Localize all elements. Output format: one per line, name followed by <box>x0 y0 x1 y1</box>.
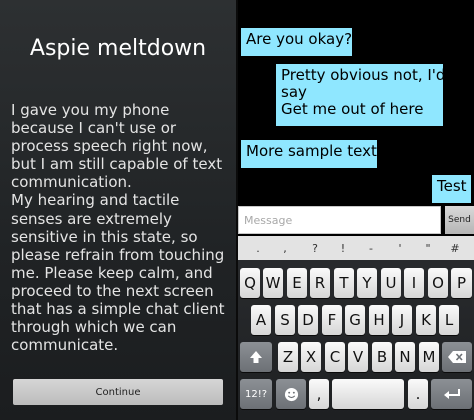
key-z[interactable]: Z <box>278 342 298 372</box>
enter-key[interactable] <box>431 379 472 409</box>
key-m[interactable]: M <box>419 342 439 372</box>
page-title: Aspie meltdown <box>29 36 207 61</box>
key-d[interactable]: D <box>298 305 318 335</box>
key-r[interactable]: R <box>310 268 330 298</box>
symbol-key[interactable]: ! <box>329 236 357 260</box>
key-e[interactable]: E <box>287 268 307 298</box>
backspace-key[interactable] <box>442 342 472 372</box>
shift-icon <box>250 351 262 363</box>
key-a[interactable]: A <box>251 305 271 335</box>
continue-button[interactable]: Continue <box>13 379 223 405</box>
soft-keyboard: . , ? ! - ' " # Q W E R T Y U I O P A S … <box>238 236 474 420</box>
intro-message: I gave you my phone because I can't use … <box>11 101 225 355</box>
key-j[interactable]: J <box>392 305 412 335</box>
key-p[interactable]: P <box>451 268 472 298</box>
key-w[interactable]: W <box>263 268 283 298</box>
key-g[interactable]: G <box>345 305 365 335</box>
symbol-key[interactable]: , <box>271 236 299 260</box>
key-f[interactable]: F <box>322 305 342 335</box>
symbol-key[interactable]: " <box>414 236 442 260</box>
compose-bar: Send <box>238 206 474 234</box>
key-b[interactable]: B <box>372 342 392 372</box>
key-u[interactable]: U <box>381 268 401 298</box>
symbol-key[interactable]: . <box>244 236 272 260</box>
key-c[interactable]: C <box>325 342 345 372</box>
symbol-key[interactable]: ' <box>386 236 414 260</box>
key-v[interactable]: V <box>348 342 368 372</box>
backspace-icon <box>448 351 466 363</box>
send-button[interactable]: Send <box>445 206 474 234</box>
key-t[interactable]: T <box>334 268 354 298</box>
period-key[interactable]: . <box>408 379 428 409</box>
smiley-icon <box>284 387 298 401</box>
key-n[interactable]: N <box>395 342 415 372</box>
chat-message: Are you okay? <box>241 28 352 56</box>
symbol-row: . , ? ! - ' " # <box>238 236 474 260</box>
symbol-key[interactable]: ? <box>301 236 329 260</box>
key-y[interactable]: Y <box>357 268 377 298</box>
key-o[interactable]: O <box>428 268 448 298</box>
space-key[interactable] <box>332 379 404 409</box>
chat-message: Test <box>432 175 471 203</box>
key-i[interactable]: I <box>404 268 424 298</box>
emoji-key[interactable] <box>276 379 306 409</box>
intro-panel: Aspie meltdown I gave you my phone becau… <box>0 0 236 420</box>
chat-message: Pretty obvious not, I'd say Get me out o… <box>276 64 445 126</box>
key-x[interactable]: X <box>301 342 321 372</box>
numbers-key[interactable]: 12!? <box>240 379 272 409</box>
key-l[interactable]: L <box>439 305 459 335</box>
key-s[interactable]: S <box>275 305 295 335</box>
shift-key[interactable] <box>240 342 272 372</box>
enter-icon <box>443 389 460 399</box>
symbol-key[interactable]: - <box>357 236 385 260</box>
chat-message: More sample text <box>241 140 377 168</box>
symbol-key[interactable]: # <box>441 236 469 260</box>
key-k[interactable]: K <box>416 305 436 335</box>
key-q[interactable]: Q <box>240 268 260 298</box>
message-input[interactable] <box>238 206 441 234</box>
comma-key[interactable]: , <box>309 379 329 409</box>
key-h[interactable]: H <box>369 305 389 335</box>
